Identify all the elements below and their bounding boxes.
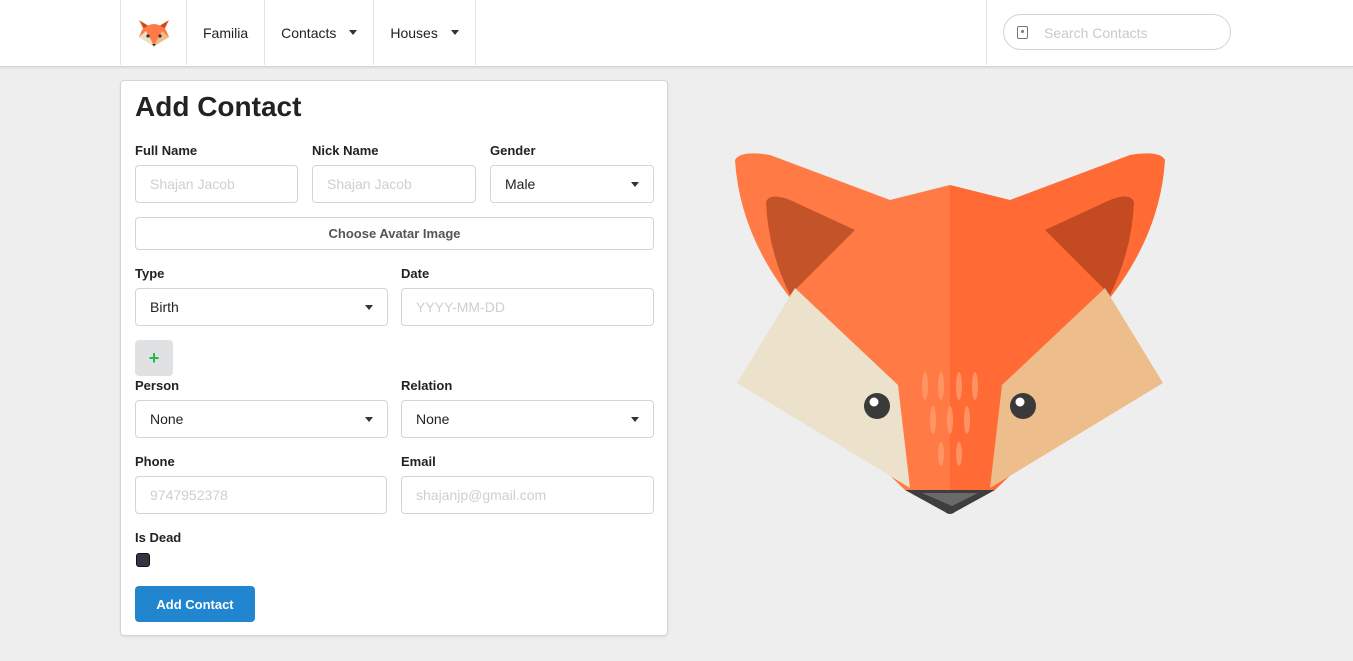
nav-brand-label: Familia bbox=[203, 24, 249, 41]
nav-menu: Familia Contacts Houses bbox=[120, 0, 476, 66]
page-title: Add Contact bbox=[135, 91, 302, 122]
chevron-down-icon bbox=[349, 30, 358, 35]
phone-field bbox=[135, 476, 387, 514]
date-label: Date bbox=[401, 266, 430, 281]
type-select[interactable]: Birth bbox=[135, 288, 388, 326]
chevron-down-icon bbox=[450, 30, 459, 35]
full-name-input[interactable] bbox=[136, 166, 297, 202]
nav-brand-familia[interactable]: Familia bbox=[187, 0, 266, 65]
person-value: None bbox=[150, 411, 184, 427]
relation-select[interactable]: None bbox=[401, 400, 654, 438]
search-box bbox=[1003, 14, 1231, 51]
type-value: Birth bbox=[150, 299, 179, 315]
date-field bbox=[401, 288, 654, 326]
dropdown-arrow-icon bbox=[365, 305, 373, 310]
dropdown-arrow-icon bbox=[631, 417, 639, 422]
contact-card-icon bbox=[1017, 26, 1028, 39]
nick-name-field bbox=[312, 165, 476, 203]
relation-value: None bbox=[416, 411, 450, 427]
add-contact-card: Add Contact Full Name Nick Name Gender M… bbox=[120, 80, 668, 636]
dropdown-arrow-icon bbox=[365, 417, 373, 422]
add-contact-button[interactable]: Add Contact bbox=[135, 586, 255, 622]
nick-name-input[interactable] bbox=[313, 166, 475, 202]
email-input[interactable] bbox=[402, 477, 653, 513]
choose-avatar-label: Choose Avatar Image bbox=[328, 226, 461, 241]
nav-houses-label: Houses bbox=[390, 24, 438, 41]
person-label: Person bbox=[135, 378, 180, 393]
is-dead-label: Is Dead bbox=[135, 530, 182, 545]
phone-label: Phone bbox=[135, 454, 175, 469]
dropdown-arrow-icon bbox=[631, 182, 639, 187]
nav-search-area bbox=[986, 0, 1353, 65]
gender-value: Male bbox=[505, 176, 536, 192]
relation-label: Relation bbox=[401, 378, 453, 393]
nick-name-label: Nick Name bbox=[312, 143, 379, 158]
email-field bbox=[401, 476, 654, 514]
fox-logo-icon[interactable] bbox=[120, 0, 187, 65]
email-label: Email bbox=[401, 454, 436, 469]
is-dead-checkbox[interactable] bbox=[136, 553, 150, 567]
nav-contacts-dropdown[interactable]: Contacts bbox=[265, 0, 375, 65]
gender-select[interactable]: Male bbox=[490, 165, 654, 203]
phone-input[interactable] bbox=[136, 477, 386, 513]
full-name-label: Full Name bbox=[135, 143, 198, 158]
add-event-button[interactable]: + bbox=[135, 340, 173, 376]
plus-icon: + bbox=[148, 347, 160, 368]
nav-houses-dropdown[interactable]: Houses bbox=[374, 0, 476, 65]
date-input[interactable] bbox=[402, 289, 653, 325]
add-contact-label: Add Contact bbox=[156, 596, 234, 612]
top-navbar: Familia Contacts Houses bbox=[0, 0, 1353, 67]
fox-face-icon bbox=[735, 153, 1165, 514]
type-label: Type bbox=[135, 266, 165, 281]
gender-label: Gender bbox=[490, 143, 536, 158]
search-input[interactable] bbox=[1042, 15, 1226, 51]
nav-contacts-label: Contacts bbox=[281, 24, 337, 41]
person-select[interactable]: None bbox=[135, 400, 388, 438]
full-name-field bbox=[135, 165, 298, 203]
choose-avatar-button[interactable]: Choose Avatar Image bbox=[135, 217, 654, 250]
